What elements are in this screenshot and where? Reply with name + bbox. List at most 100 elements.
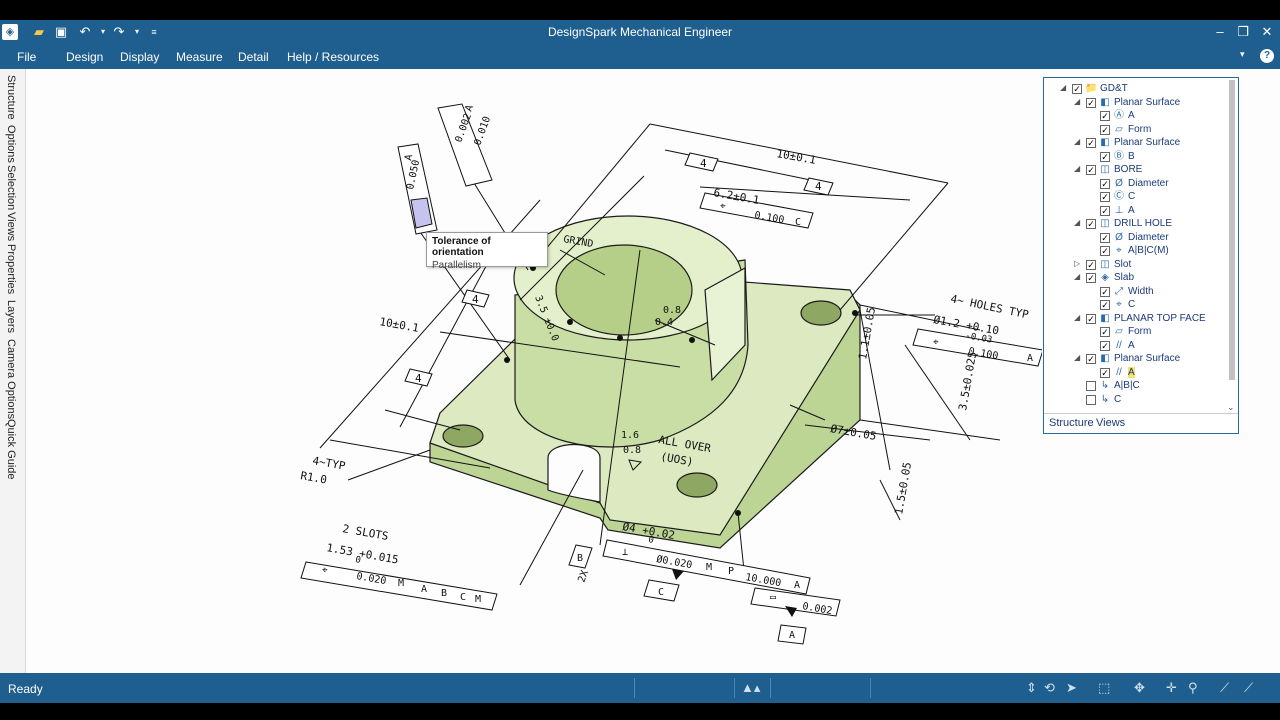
fcf-slot-c: C: [460, 592, 466, 603]
tree-row[interactable]: ✓ // A: [1100, 366, 1224, 380]
visibility-checkbox[interactable]: ✓: [1086, 313, 1096, 324]
design-canvas[interactable]: Structure Options Selection Views Proper…: [0, 69, 1280, 673]
tree-row[interactable]: ✓ ⌖ A|B|C(M): [1100, 245, 1224, 258]
flatness-icon: ▱: [1115, 326, 1123, 337]
pan-icon[interactable]: ✛: [1166, 680, 1177, 696]
tree-row[interactable]: ✓ ▱ Form: [1100, 326, 1224, 339]
surface-icon: ◧: [1100, 312, 1110, 324]
menu-help-resources[interactable]: Help / Resources: [287, 50, 379, 64]
expander-icon[interactable]: ◢: [1074, 137, 1084, 146]
tab-layers[interactable]: Layers: [5, 300, 17, 333]
menu-detail[interactable]: Detail: [238, 50, 269, 64]
tab-properties[interactable]: Properties: [5, 244, 17, 294]
visibility-checkbox[interactable]: ✓: [1100, 340, 1110, 351]
visibility-checkbox[interactable]: [1086, 381, 1096, 391]
visibility-checkbox[interactable]: ✓: [1100, 327, 1110, 337]
menu-file[interactable]: File: [17, 50, 36, 64]
restore-icon[interactable]: ❐: [1233, 22, 1253, 42]
tree-row[interactable]: ▷ ✓ ◫ Slot: [1074, 259, 1224, 272]
visibility-checkbox[interactable]: ✓: [1100, 286, 1110, 297]
visibility-checkbox[interactable]: ✓: [1086, 354, 1096, 364]
tree-row[interactable]: ✓ ⌖ C: [1100, 299, 1224, 312]
tree-scrollbar[interactable]: ⌄: [1227, 80, 1236, 410]
tree-row[interactable]: ✓ Ⓑ B: [1100, 151, 1224, 164]
hole-icon: ◫: [1100, 218, 1110, 229]
tree-row[interactable]: ✓ Ⓐ A: [1100, 110, 1224, 123]
visibility-checkbox[interactable]: ✓: [1086, 138, 1096, 148]
tree-row[interactable]: ◢ ✓ ◈ Slab: [1074, 272, 1224, 285]
visibility-checkbox[interactable]: ✓: [1086, 165, 1096, 175]
tree-row[interactable]: ✓ Ø Diameter: [1100, 232, 1224, 245]
tree-row[interactable]: ↳ A|B|C: [1086, 380, 1224, 393]
help-icon[interactable]: ?: [1260, 49, 1274, 63]
tab-selection[interactable]: Selection: [5, 165, 17, 210]
tree-row[interactable]: ◢ ✓ ◫ DRILL HOLE: [1074, 218, 1224, 231]
minimize-icon[interactable]: –: [1210, 22, 1230, 42]
visibility-checkbox[interactable]: ✓: [1100, 151, 1110, 162]
visibility-checkbox[interactable]: ✓: [1100, 300, 1110, 310]
expander-icon[interactable]: ◢: [1074, 313, 1084, 322]
close-icon[interactable]: ✕: [1257, 22, 1277, 42]
tree-row[interactable]: ◢ ✓ 📁 GD&T: [1060, 83, 1224, 96]
menu-display[interactable]: Display: [120, 50, 159, 64]
menu-measure[interactable]: Measure: [176, 50, 223, 64]
visibility-checkbox[interactable]: ✓: [1100, 192, 1110, 202]
tree-row[interactable]: ✓ // A: [1100, 340, 1224, 353]
visibility-checkbox[interactable]: ✓: [1100, 367, 1110, 378]
fill-tool-icon[interactable]: ⟋: [1244, 680, 1253, 696]
tree-row[interactable]: ↳ C: [1086, 394, 1224, 407]
visibility-checkbox[interactable]: ✓: [1086, 219, 1096, 229]
tab-views[interactable]: Views: [5, 212, 17, 241]
tab-camera-options[interactable]: Camera Options: [5, 339, 17, 419]
hole-right: [800, 300, 842, 326]
tab-views-bottom[interactable]: Views: [1096, 417, 1125, 429]
visibility-checkbox[interactable]: ✓: [1086, 259, 1096, 270]
tree-row[interactable]: ◢ ✓ ◧ Planar Surface: [1074, 353, 1224, 366]
tree-row[interactable]: ◢ ✓ ◧ Planar Surface: [1074, 137, 1224, 150]
tree-row[interactable]: ◢ ✓ ◧ PLANAR TOP FACE: [1074, 312, 1224, 326]
expander-icon[interactable]: ◢: [1074, 272, 1084, 281]
visibility-checkbox[interactable]: ✓: [1100, 246, 1110, 256]
visibility-checkbox[interactable]: ✓: [1100, 178, 1110, 189]
tree-row[interactable]: ◢ ✓ ◫ BORE: [1074, 164, 1224, 177]
tab-options[interactable]: Options: [5, 125, 17, 163]
rotate-view-icon[interactable]: ⟲: [1044, 680, 1055, 696]
tab-quick-guide[interactable]: Quick Guide: [5, 419, 17, 480]
select-cursor-icon[interactable]: ➤: [1066, 680, 1077, 696]
visibility-checkbox[interactable]: ✓: [1086, 97, 1096, 108]
triangle-filter-icon[interactable]: ▲▴: [741, 680, 760, 696]
visibility-checkbox[interactable]: ✓: [1100, 124, 1110, 135]
tab-structure[interactable]: Structure: [5, 75, 17, 120]
tree-row[interactable]: ✓ ▱ Form: [1100, 124, 1224, 137]
label-2x: 2X: [576, 569, 590, 584]
expander-icon[interactable]: ▷: [1074, 259, 1084, 268]
ribbon-collapse-icon[interactable]: ▾: [1240, 49, 1245, 60]
tree-row-label: C: [1128, 299, 1136, 310]
gdt-drawing[interactable]: 10±0.1 10±0.1 4 4 4 4 6.2±0.1 4~ HOLES T…: [26, 69, 1042, 673]
pan-arrows-icon[interactable]: ⇕: [1026, 680, 1037, 696]
visibility-checkbox[interactable]: ✓: [1072, 84, 1082, 94]
tree-row[interactable]: ✓ ⤢ Width: [1100, 286, 1224, 299]
box-select-icon[interactable]: ⬚: [1098, 680, 1110, 696]
datum-b: B: [577, 553, 583, 564]
visibility-checkbox[interactable]: ✓: [1100, 205, 1110, 216]
dim-slot-zero: 0: [354, 555, 361, 566]
tree-row[interactable]: ✓ Ⓒ C: [1100, 191, 1224, 204]
visibility-checkbox[interactable]: ✓: [1086, 273, 1096, 283]
expander-icon[interactable]: ◢: [1074, 218, 1084, 227]
expander-icon[interactable]: ◢: [1074, 353, 1084, 362]
expander-icon[interactable]: ◢: [1060, 83, 1070, 92]
pull-tool-icon[interactable]: ⟋: [1220, 680, 1229, 696]
visibility-checkbox[interactable]: [1086, 394, 1096, 405]
tab-structure-bottom[interactable]: Structure: [1049, 417, 1094, 429]
visibility-checkbox[interactable]: ✓: [1100, 111, 1110, 121]
visibility-checkbox[interactable]: ✓: [1100, 232, 1110, 243]
zoom-icon[interactable]: ⚲: [1188, 680, 1198, 696]
tree-row[interactable]: ✓ ⊥ A: [1100, 205, 1224, 218]
tree-row[interactable]: ✓ Ø Diameter: [1100, 178, 1224, 191]
move-icon[interactable]: ✥: [1134, 680, 1145, 696]
menu-design[interactable]: Design: [66, 50, 103, 64]
tree-row[interactable]: ◢ ✓ ◧ Planar Surface: [1074, 97, 1224, 110]
expander-icon[interactable]: ◢: [1074, 97, 1084, 106]
expander-icon[interactable]: ◢: [1074, 164, 1084, 173]
